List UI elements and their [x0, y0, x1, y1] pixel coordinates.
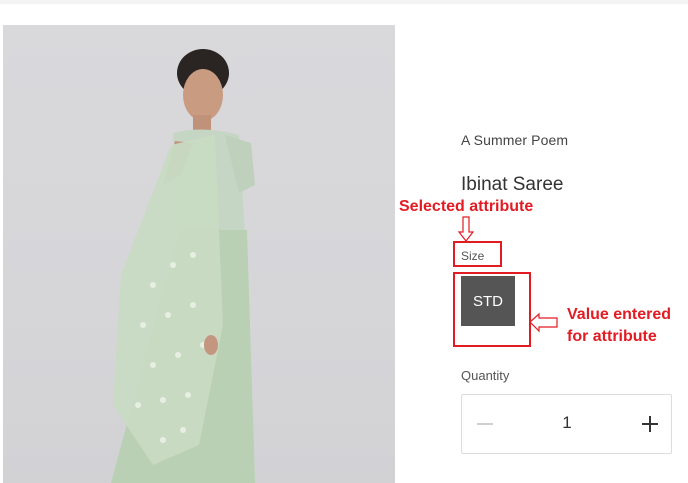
annotation-selected-attribute: Selected attribute [399, 198, 534, 215]
annotation-value-line2: for attribute [567, 328, 657, 345]
model-face [183, 69, 223, 121]
arrow-down-icon [457, 216, 475, 242]
minus-icon [477, 423, 493, 425]
size-option-std[interactable]: STD [461, 276, 515, 326]
annotation-box-attribute [453, 241, 502, 267]
arrow-left-icon [529, 312, 558, 333]
top-divider [0, 0, 688, 4]
brand-name: A Summer Poem [461, 132, 569, 148]
product-image [3, 25, 395, 483]
model-hand [204, 335, 218, 355]
plus-icon-vertical [649, 416, 651, 432]
product-title: Ibinat Saree [461, 174, 564, 195]
decrease-quantity-button[interactable] [474, 413, 496, 435]
model-illustration [111, 49, 255, 483]
quantity-label: Quantity [461, 368, 510, 383]
annotation-value-entered: Value entered for attribute [567, 304, 687, 348]
increase-quantity-button[interactable] [637, 411, 663, 437]
quantity-value[interactable]: 1 [553, 413, 581, 433]
annotation-value-line1: Value entered [567, 306, 672, 323]
